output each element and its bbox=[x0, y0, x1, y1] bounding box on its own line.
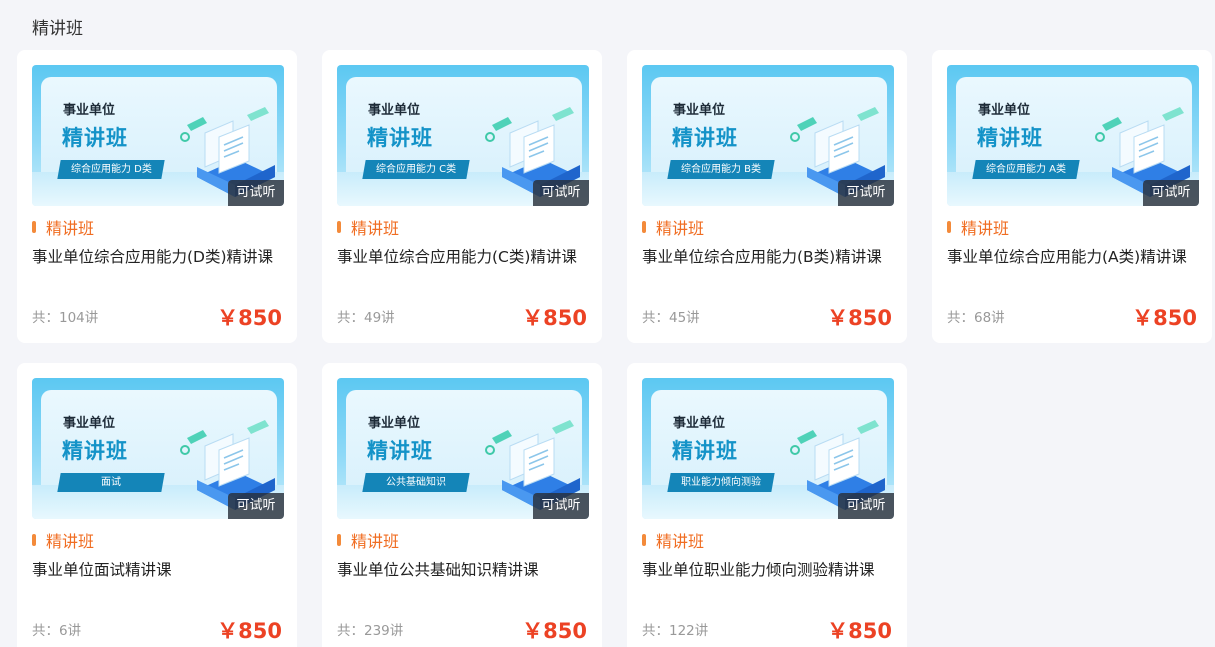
course-card[interactable]: 事业单位 精讲班 职业能力倾向测验 可试听 精讲班 事业单位职业能力倾向测验精讲… bbox=[627, 363, 907, 647]
thumbnail-title: 精讲班 bbox=[62, 126, 128, 150]
price: ￥850 bbox=[522, 619, 587, 643]
course-title[interactable]: 事业单位面试精讲课 bbox=[32, 558, 172, 580]
thumbnail-title: 精讲班 bbox=[62, 439, 128, 463]
course-card[interactable]: 事业单位 精讲班 综合应用能力 B类 可试听 精讲班 事业单位综合应用能力(B类… bbox=[627, 50, 907, 343]
course-card[interactable]: 事业单位 精讲班 公共基础知识 可试听 精讲班 事业单位公共基础知识精讲课 共：… bbox=[322, 363, 602, 647]
category-dot-icon bbox=[337, 221, 341, 233]
course-card[interactable]: 事业单位 精讲班 综合应用能力 D类 可试听 精讲班 事业单位综合应用能力(D类… bbox=[17, 50, 297, 343]
course-thumbnail[interactable]: 事业单位 精讲班 综合应用能力 B类 可试听 bbox=[642, 65, 894, 206]
lesson-count: 共：239讲 bbox=[337, 623, 404, 639]
course-title[interactable]: 事业单位公共基础知识精讲课 bbox=[337, 558, 539, 580]
lesson-count: 共：68讲 bbox=[947, 310, 1005, 326]
category-dot-icon bbox=[32, 221, 36, 233]
thumbnail-subtitle: 事业单位 bbox=[63, 416, 116, 431]
thumbnail-title: 精讲班 bbox=[977, 126, 1043, 150]
category-dot-icon bbox=[642, 221, 646, 233]
section-title: 精讲班 bbox=[32, 19, 83, 39]
thumbnail-subtitle: 事业单位 bbox=[368, 103, 421, 118]
thumbnail-tag: 职业能力倾向测验 bbox=[667, 473, 775, 492]
lesson-count: 共：6讲 bbox=[32, 623, 82, 639]
price: ￥850 bbox=[827, 619, 892, 643]
thumbnail-subtitle: 事业单位 bbox=[978, 103, 1031, 118]
thumbnail-tag: 综合应用能力 A类 bbox=[972, 160, 1080, 179]
price: ￥850 bbox=[1132, 306, 1197, 330]
category-dot-icon bbox=[32, 534, 36, 546]
course-card[interactable]: 事业单位 精讲班 综合应用能力 A类 可试听 精讲班 事业单位综合应用能力(A类… bbox=[932, 50, 1212, 343]
course-card[interactable]: 事业单位 精讲班 面试 可试听 精讲班 事业单位面试精讲课 共：6讲 ￥850 bbox=[17, 363, 297, 647]
thumbnail-title: 精讲班 bbox=[672, 439, 738, 463]
trial-badge: 可试听 bbox=[838, 493, 894, 519]
category-label: 精讲班 bbox=[337, 530, 399, 551]
course-title[interactable]: 事业单位综合应用能力(A类)精讲课 bbox=[947, 245, 1187, 267]
lesson-count: 共：122讲 bbox=[642, 623, 709, 639]
category-dot-icon bbox=[947, 221, 951, 233]
trial-badge: 可试听 bbox=[1143, 180, 1199, 206]
thumbnail-subtitle: 事业单位 bbox=[673, 416, 726, 431]
category-dot-icon bbox=[642, 534, 646, 546]
thumbnail-subtitle: 事业单位 bbox=[368, 416, 421, 431]
thumbnail-title: 精讲班 bbox=[367, 126, 433, 150]
price: ￥850 bbox=[217, 619, 282, 643]
course-title[interactable]: 事业单位综合应用能力(D类)精讲课 bbox=[32, 245, 273, 267]
trial-badge: 可试听 bbox=[838, 180, 894, 206]
course-thumbnail[interactable]: 事业单位 精讲班 公共基础知识 可试听 bbox=[337, 378, 589, 519]
category-label: 精讲班 bbox=[32, 530, 94, 551]
trial-badge: 可试听 bbox=[533, 493, 589, 519]
thumbnail-title: 精讲班 bbox=[367, 439, 433, 463]
lesson-count: 共：45讲 bbox=[642, 310, 700, 326]
thumbnail-subtitle: 事业单位 bbox=[63, 103, 116, 118]
course-title[interactable]: 事业单位职业能力倾向测验精讲课 bbox=[642, 558, 875, 580]
lesson-count: 共：49讲 bbox=[337, 310, 395, 326]
trial-badge: 可试听 bbox=[228, 180, 284, 206]
course-thumbnail[interactable]: 事业单位 精讲班 综合应用能力 D类 可试听 bbox=[32, 65, 284, 206]
lesson-count: 共：104讲 bbox=[32, 310, 99, 326]
thumbnail-title: 精讲班 bbox=[672, 126, 738, 150]
course-thumbnail[interactable]: 事业单位 精讲班 职业能力倾向测验 可试听 bbox=[642, 378, 894, 519]
category-label: 精讲班 bbox=[642, 217, 704, 238]
trial-badge: 可试听 bbox=[228, 493, 284, 519]
thumbnail-tag: 公共基础知识 bbox=[362, 473, 470, 492]
category-label: 精讲班 bbox=[337, 217, 399, 238]
course-title[interactable]: 事业单位综合应用能力(C类)精讲课 bbox=[337, 245, 577, 267]
course-card[interactable]: 事业单位 精讲班 综合应用能力 C类 可试听 精讲班 事业单位综合应用能力(C类… bbox=[322, 50, 602, 343]
category-label: 精讲班 bbox=[642, 530, 704, 551]
thumbnail-tag: 综合应用能力 B类 bbox=[667, 160, 775, 179]
price: ￥850 bbox=[522, 306, 587, 330]
thumbnail-tag: 面试 bbox=[57, 473, 165, 492]
category-dot-icon bbox=[337, 534, 341, 546]
course-thumbnail[interactable]: 事业单位 精讲班 综合应用能力 A类 可试听 bbox=[947, 65, 1199, 206]
category-label: 精讲班 bbox=[32, 217, 94, 238]
thumbnail-tag: 综合应用能力 C类 bbox=[362, 160, 470, 179]
price: ￥850 bbox=[217, 306, 282, 330]
course-title[interactable]: 事业单位综合应用能力(B类)精讲课 bbox=[642, 245, 882, 267]
trial-badge: 可试听 bbox=[533, 180, 589, 206]
course-thumbnail[interactable]: 事业单位 精讲班 面试 可试听 bbox=[32, 378, 284, 519]
thumbnail-subtitle: 事业单位 bbox=[673, 103, 726, 118]
thumbnail-tag: 综合应用能力 D类 bbox=[57, 160, 165, 179]
course-thumbnail[interactable]: 事业单位 精讲班 综合应用能力 C类 可试听 bbox=[337, 65, 589, 206]
price: ￥850 bbox=[827, 306, 892, 330]
category-label: 精讲班 bbox=[947, 217, 1009, 238]
